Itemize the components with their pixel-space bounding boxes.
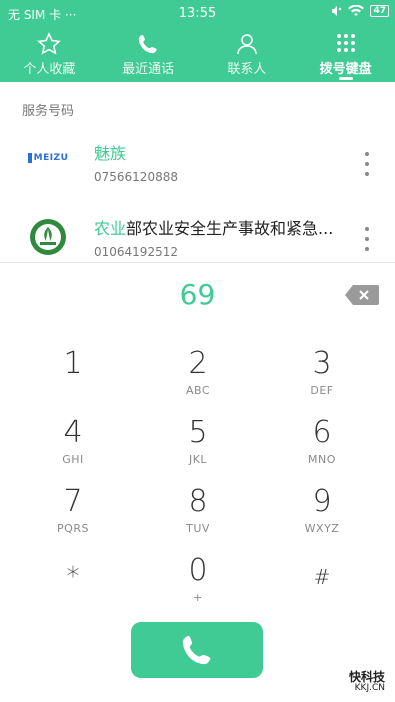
section-title: 服务号码 [22, 104, 75, 119]
contact-number: 01064192512 [94, 245, 178, 259]
tab-label: 联系人 [227, 62, 267, 77]
key-digit: 8 [188, 484, 208, 519]
tab-dialpad[interactable]: 拨号键盘 [296, 28, 395, 82]
key-2[interactable]: 2 ABC [143, 346, 253, 410]
more-icon [365, 227, 369, 231]
key-3[interactable]: 3 DEF [267, 346, 377, 410]
key-hash[interactable]: # [267, 553, 377, 617]
contact-name: 魅族 [94, 140, 126, 164]
key-digit: * [66, 562, 80, 592]
tab-label: 最近通话 [122, 62, 175, 77]
key-letters: + [193, 591, 203, 604]
tab-bar: 个人收藏 最近通话 联系人 拨号键盘 [0, 28, 395, 82]
list-item[interactable]: MEIZU 魅族 07566120888 [0, 140, 395, 200]
tab-contacts[interactable]: 联系人 [198, 28, 297, 82]
call-button[interactable] [131, 622, 263, 678]
divider [0, 262, 395, 263]
key-letters: MNO [308, 453, 336, 466]
person-icon [237, 34, 257, 55]
key-letters: JKL [188, 453, 208, 466]
key-letters: WXYZ [304, 522, 340, 535]
app-header: 无 SIM 卡 ··· 13:55 47 个人收藏 最近通话 联系人 拨号键盘 [0, 0, 395, 82]
key-5[interactable]: 5 JKL [143, 415, 253, 479]
contact-name: 农业部农业安全生产事故和紧急... [94, 215, 333, 239]
backspace-button[interactable] [345, 285, 379, 305]
tab-label: 个人收藏 [23, 62, 76, 77]
wifi-icon [348, 5, 365, 16]
key-letters: DEF [310, 384, 334, 397]
contact-number: 07566120888 [94, 170, 178, 184]
watermark-subtitle: KKJ.CN [354, 683, 385, 693]
key-7[interactable]: 7 PQRS [18, 484, 128, 548]
key-letters: GHI [62, 453, 84, 466]
key-letters: ABC [185, 384, 211, 397]
mute-icon [332, 6, 342, 16]
key-digit: 1 [63, 346, 83, 381]
star-icon [37, 32, 62, 55]
dialpad-icon [336, 34, 355, 52]
active-tab-indicator [338, 77, 353, 80]
list-item[interactable]: 农业部农业安全生产事故和紧急... 01064192512 [0, 215, 395, 275]
tab-favorites[interactable]: 个人收藏 [0, 28, 99, 82]
more-icon [365, 152, 369, 156]
battery-icon: 47 [370, 5, 389, 17]
key-digit: 6 [312, 415, 332, 450]
key-0[interactable]: 0 + [143, 553, 253, 617]
name-rest: 部农业安全生产事故和紧急... [126, 219, 334, 238]
name-highlight: 魅族 [94, 144, 127, 163]
meizu-logo: MEIZU [27, 138, 69, 178]
key-6[interactable]: 6 MNO [267, 415, 377, 479]
phone-icon [138, 34, 157, 54]
key-digit: 3 [312, 346, 332, 381]
name-highlight: 农业 [94, 219, 127, 238]
status-icons: 47 [330, 5, 389, 17]
more-options-button[interactable] [359, 227, 375, 251]
key-9[interactable]: 9 WXYZ [267, 484, 377, 548]
key-digit: 7 [63, 484, 83, 519]
key-letters: PQRS [57, 522, 89, 535]
key-digit: 4 [63, 415, 83, 450]
tab-recent-calls[interactable]: 最近通话 [99, 28, 198, 82]
watermark-title: 快科技 [348, 670, 385, 684]
key-8[interactable]: 8 TUV [143, 484, 253, 548]
key-digit: 9 [312, 484, 332, 519]
dial-entry-field[interactable]: 69 [0, 278, 395, 311]
key-4[interactable]: 4 GHI [18, 415, 128, 479]
key-star[interactable]: * [18, 553, 128, 617]
tab-label: 拨号键盘 [319, 62, 372, 77]
agriculture-emblem-icon [30, 219, 66, 255]
key-digit: 2 [188, 346, 208, 381]
status-bar: 无 SIM 卡 ··· 13:55 47 [0, 0, 395, 28]
logo-text: MEIZU [27, 153, 69, 163]
phone-icon [182, 635, 211, 665]
key-digit: 5 [188, 415, 208, 450]
more-options-button[interactable] [359, 152, 375, 176]
key-digit: # [313, 565, 331, 589]
key-1[interactable]: 1 [18, 346, 128, 410]
watermark: 快科技 KKJ.CN [348, 670, 385, 694]
key-letters: TUV [186, 522, 210, 535]
key-digit: 0 [188, 553, 208, 588]
